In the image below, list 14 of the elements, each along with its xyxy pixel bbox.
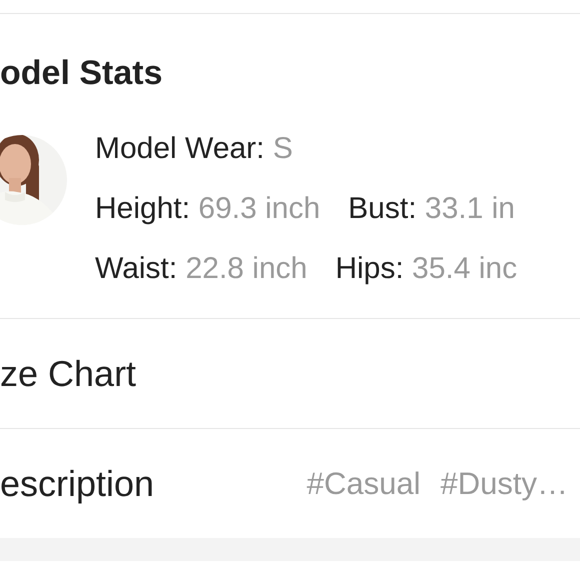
stat-value: 35.4 inc — [412, 252, 518, 285]
stat-label: Hips: — [335, 252, 404, 285]
section-title: odel Stats — [0, 53, 162, 93]
stat-label: Model Wear: — [95, 132, 265, 165]
stat-value: S — [272, 132, 293, 165]
stat-label: Bust: — [348, 192, 417, 225]
stat-value: 22.8 inch — [186, 252, 308, 285]
row-title: escription — [0, 462, 154, 504]
row-title: ze Chart — [0, 352, 136, 394]
section-row[interactable]: ze Chart — [0, 319, 580, 429]
stat-label: Waist: — [95, 252, 178, 285]
stat-label: Height: — [95, 192, 190, 225]
stat-value: 33.1 in — [424, 192, 515, 225]
stat-value: 69.3 inch — [198, 192, 320, 225]
